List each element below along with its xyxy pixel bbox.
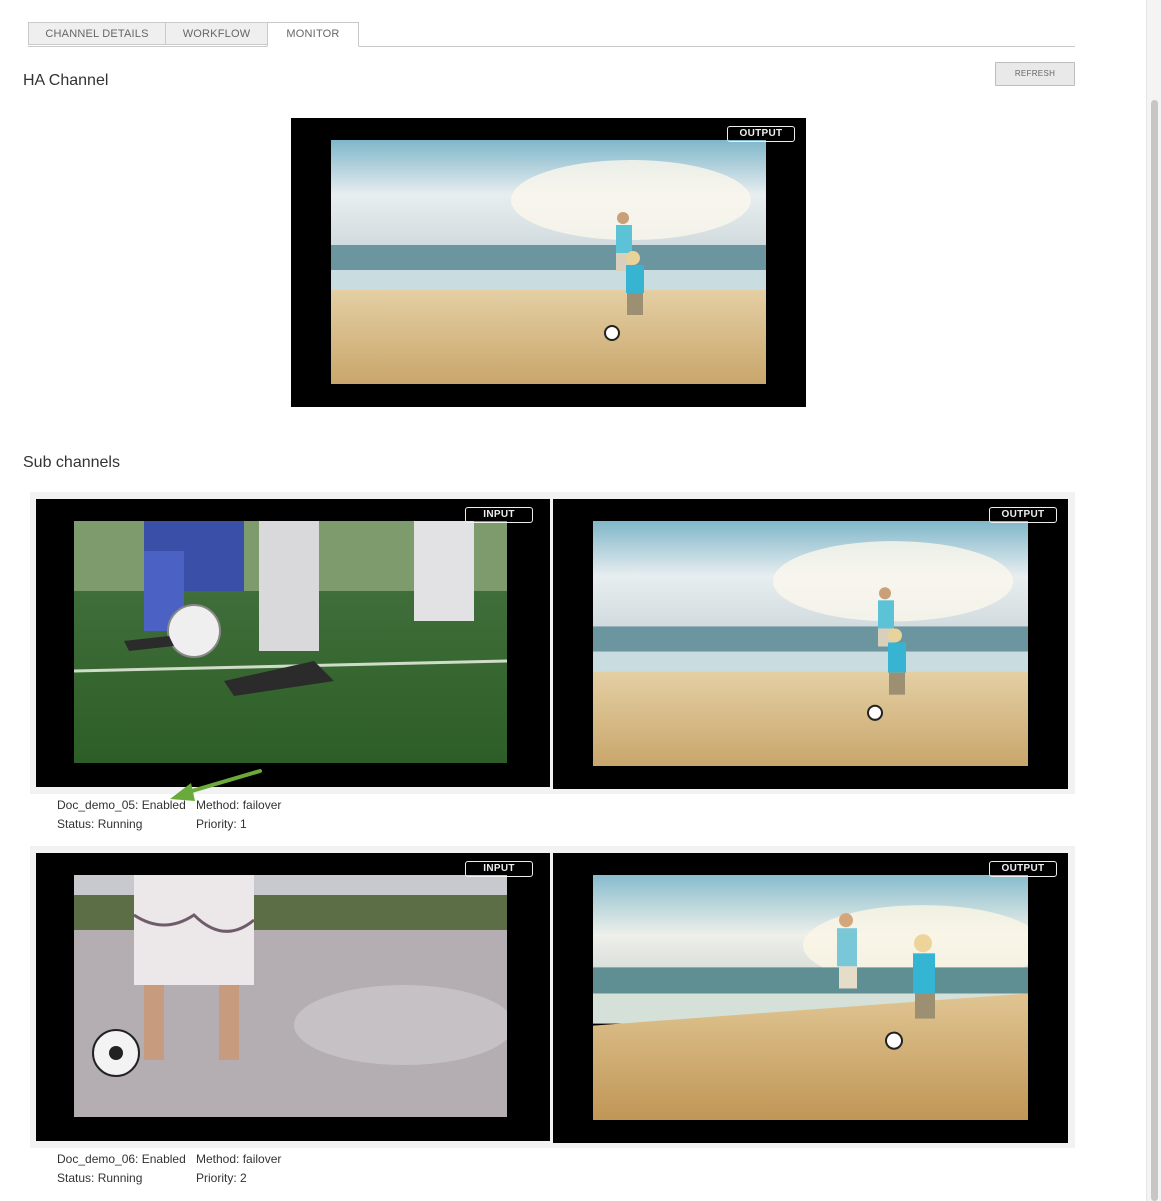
sub-channel-2-input-player[interactable]: INPUT <box>36 853 550 1141</box>
input-badge: INPUT <box>465 861 533 877</box>
ha-output-player[interactable]: OUTPUT <box>291 118 806 407</box>
sub-channel-2-priority: Priority: 2 <box>196 1171 247 1185</box>
sub-channel-2-name-status: Doc_demo_06: Enabled <box>57 1152 186 1166</box>
sub-channels-title: Sub channels <box>23 454 120 471</box>
sub-channel-2-input-video <box>74 875 507 1117</box>
tab-workflow[interactable]: WORKFLOW <box>165 22 268 45</box>
sub-channel-1-input-video <box>74 521 507 763</box>
tab-bar: CHANNEL DETAILS WORKFLOW MONITOR <box>28 22 1075 47</box>
sub-channel-1-input-player[interactable]: INPUT <box>36 499 550 787</box>
output-badge: OUTPUT <box>727 126 795 142</box>
tab-monitor[interactable]: MONITOR <box>267 22 359 47</box>
sub-channel-1-status: Status: Running <box>57 817 143 831</box>
sub-channel-2-method: Method: failover <box>196 1152 282 1166</box>
tab-channel-details[interactable]: CHANNEL DETAILS <box>28 22 166 45</box>
sub-channel-2-status: Status: Running <box>57 1171 143 1185</box>
output-badge: OUTPUT <box>989 507 1057 523</box>
sub-channel-2-output-video <box>593 875 1028 1120</box>
sub-channel-1-method: Method: failover <box>196 798 282 812</box>
sub-channel-2-output-player[interactable]: OUTPUT <box>553 853 1068 1143</box>
ha-output-video <box>331 140 766 384</box>
sub-channel-1-output-player[interactable]: OUTPUT <box>553 499 1068 789</box>
sub-channel-1-output-video <box>593 521 1028 766</box>
sub-channel-1-priority: Priority: 1 <box>196 817 247 831</box>
input-badge: INPUT <box>465 507 533 523</box>
scrollbar-thumb[interactable] <box>1151 100 1158 1201</box>
refresh-button[interactable]: REFRESH <box>995 62 1075 86</box>
sub-channel-1-name-status: Doc_demo_05: Enabled <box>57 798 186 812</box>
scrollbar[interactable] <box>1146 0 1161 1201</box>
ha-channel-title: HA Channel <box>23 72 109 89</box>
output-badge: OUTPUT <box>989 861 1057 877</box>
